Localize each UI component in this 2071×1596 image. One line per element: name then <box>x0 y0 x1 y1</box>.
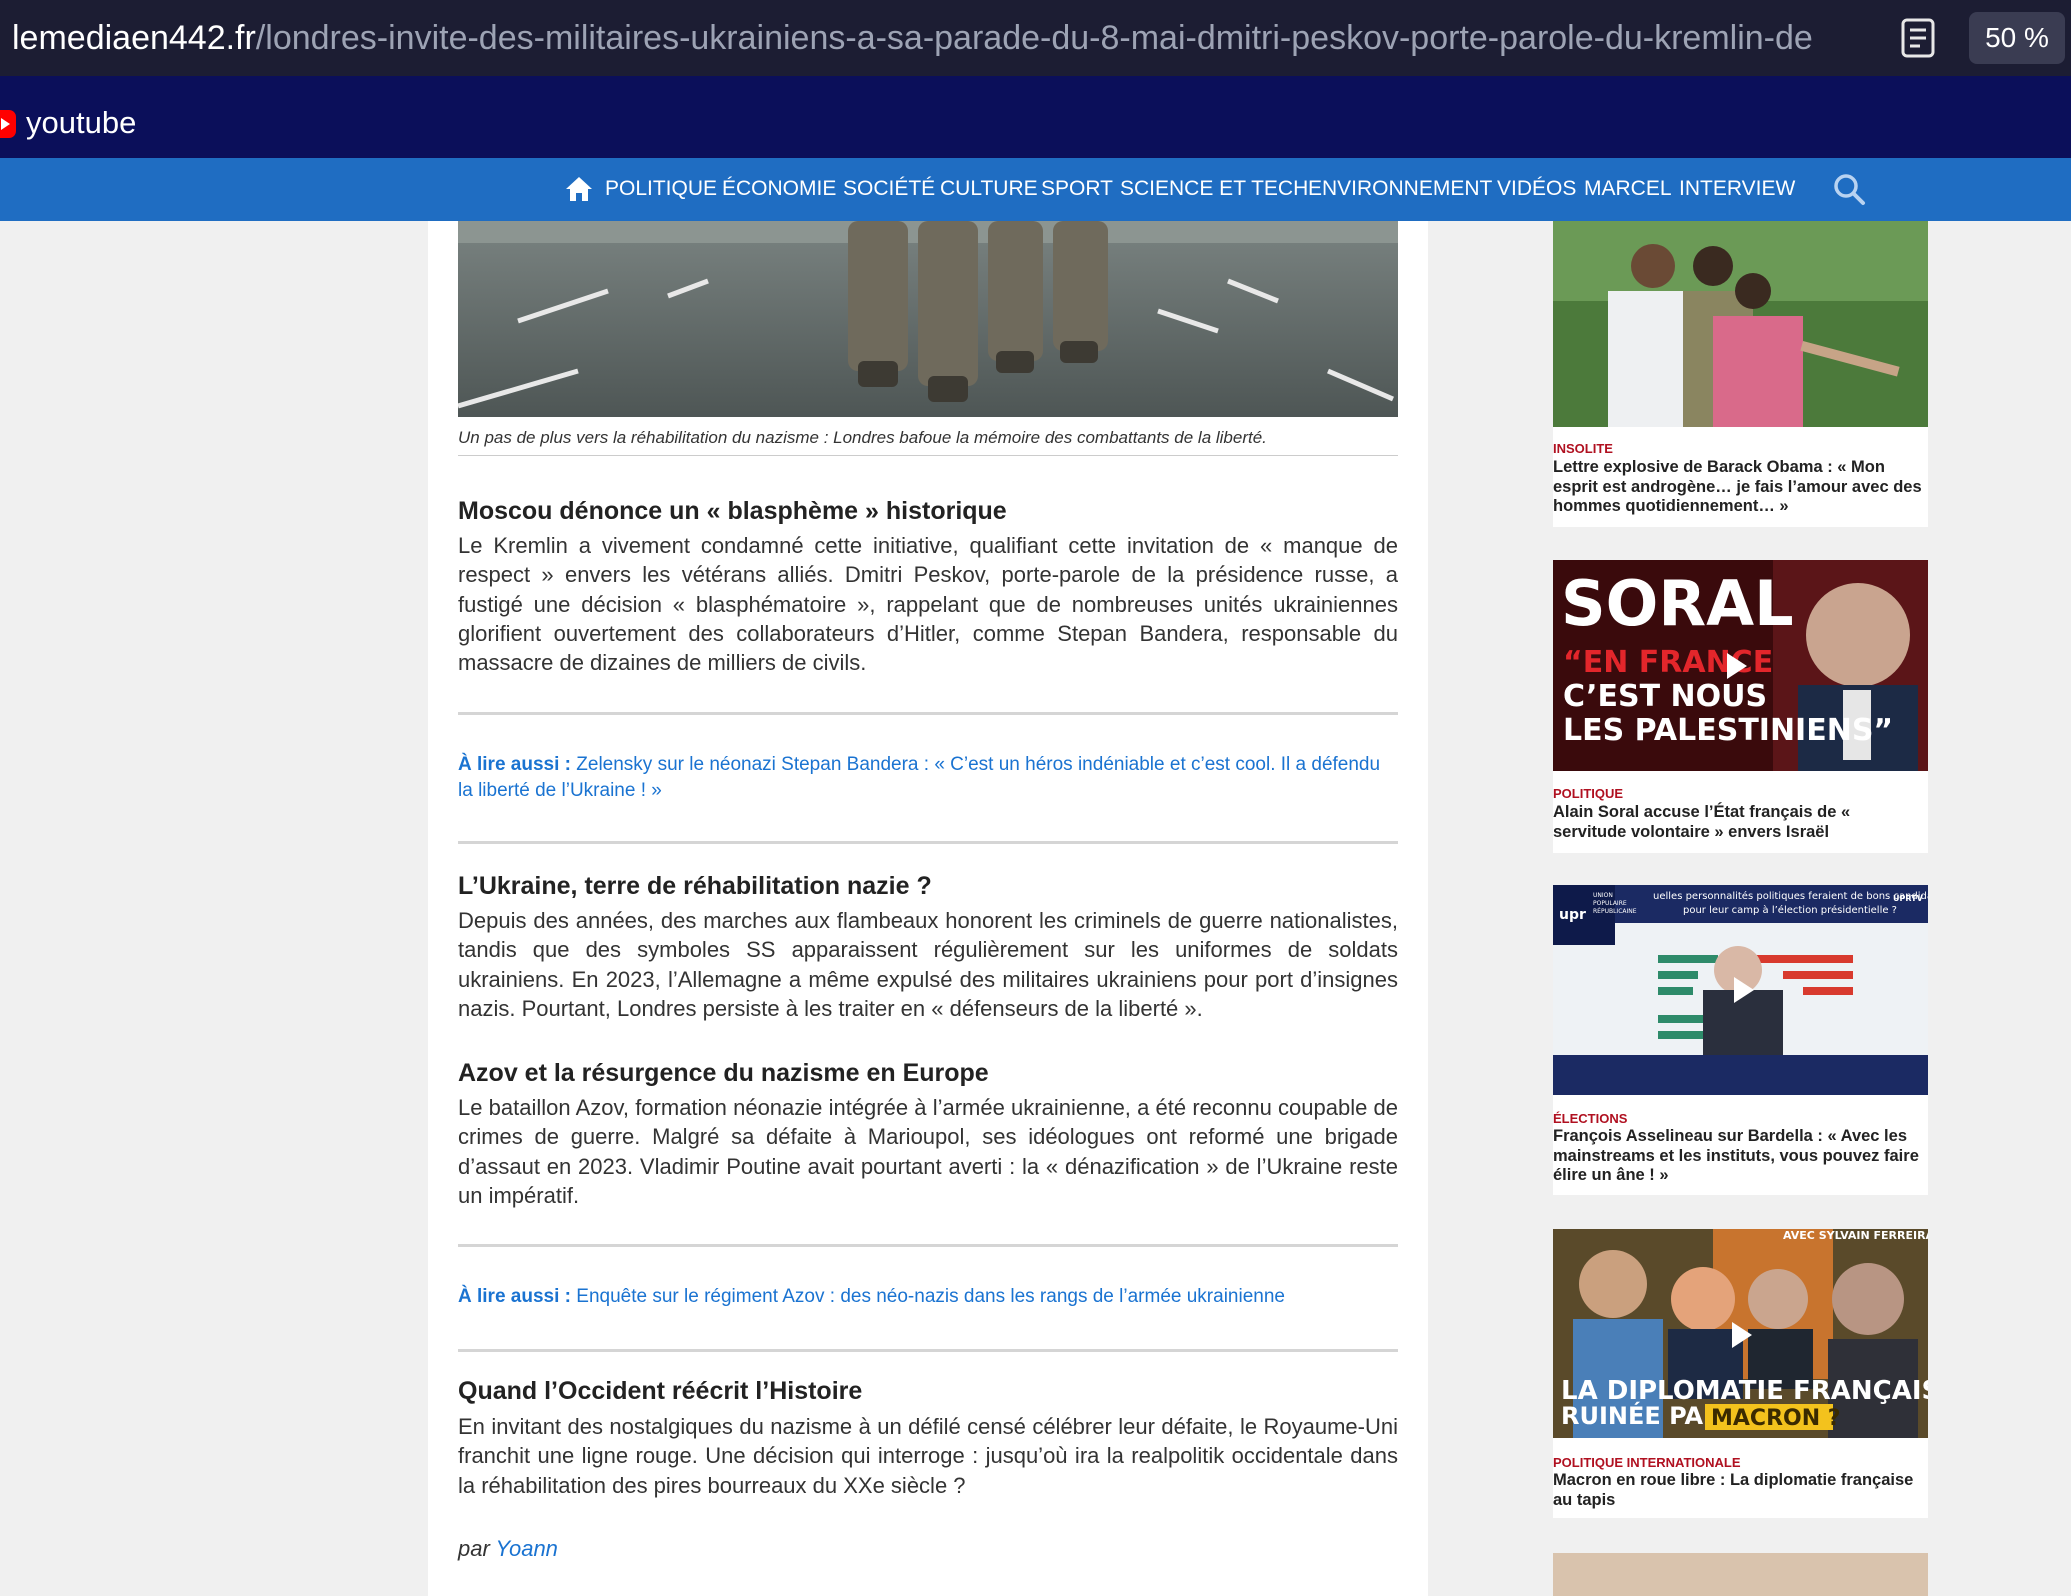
read-also-link-2[interactable]: À lire aussi : Enquête sur le régiment A… <box>458 1284 1398 1310</box>
play-icon[interactable] <box>1727 653 1747 679</box>
nav-item-societe[interactable]: SOCIÉTÉ <box>843 172 935 206</box>
read-also-label: À lire aussi : <box>458 1286 571 1307</box>
hero-caption: Un pas de plus vers la réhabilitation du… <box>458 426 1398 456</box>
nav-item-videos[interactable]: VIDÉOS <box>1497 172 1576 206</box>
card-category[interactable]: ÉLECTIONS <box>1553 1111 1627 1127</box>
bookmark-youtube[interactable]: youtube <box>26 102 136 144</box>
card-title[interactable]: Alain Soral accuse l’État français de « … <box>1553 803 1928 842</box>
card-title[interactable]: Macron en roue libre : La diplomatie fra… <box>1553 1471 1928 1510</box>
section-body-ukraine: Depuis des années, des marches aux flamb… <box>458 908 1398 1021</box>
card-title[interactable]: Lettre explosive de Barack Obama : « Mon… <box>1553 458 1928 517</box>
card-thumbnail-obama[interactable] <box>1553 221 1928 427</box>
byline-prefix: par <box>458 1536 490 1561</box>
byline: par Yoann <box>458 1534 558 1564</box>
nav-item-interview[interactable]: INTERVIEW <box>1679 172 1795 206</box>
nav-item-economie[interactable]: ÉCONOMIE <box>722 172 836 206</box>
nav-item-science-et-tech[interactable]: SCIENCE ET TECH <box>1120 172 1308 206</box>
nav-item-politique[interactable]: POLITIQUE <box>605 172 717 206</box>
divider <box>458 712 1398 715</box>
thumb-question-line2: pour leur camp à l’élection présidentiel… <box>1683 904 1897 916</box>
nav-item-culture[interactable]: CULTURE <box>940 172 1038 206</box>
youtube-icon[interactable] <box>0 110 16 138</box>
play-icon[interactable] <box>1732 1322 1752 1348</box>
article-hero-image <box>458 221 1398 417</box>
section-heading-azov: Azov et la résurgence du nazisme en Euro… <box>458 1059 989 1087</box>
read-also-text-1[interactable]: Zelensky sur le néonazi Stepan Bandera :… <box>458 754 1380 801</box>
thumb-uprtv: UPRTV <box>1893 894 1924 903</box>
section-heading-moscou: Moscou dénonce un « blasphème » historiq… <box>458 497 1007 525</box>
divider <box>458 1349 1398 1352</box>
thumb-question-line1: uelles personnalités politiques feraient… <box>1653 890 1928 902</box>
nav-item-environnement[interactable]: ENVIRONNEMENT <box>1308 172 1492 206</box>
read-also-link-1[interactable]: À lire aussi : Zelensky sur le néonazi S… <box>458 752 1398 804</box>
section-heading-ukraine: L’Ukraine, terre de réhabilitation nazie… <box>458 872 932 900</box>
thumb-text-soral: SORAL <box>1561 567 1794 640</box>
author-link[interactable]: Yoann <box>496 1536 558 1561</box>
thumb-text-avec: AVEC SYLVAIN FERREIRA <box>1783 1229 1928 1242</box>
browser-url-bar[interactable]: lemediaen442.fr/londres-invite-des-milit… <box>0 0 2071 76</box>
card-title[interactable]: François Asselineau sur Bardella : « Ave… <box>1553 1127 1928 1186</box>
thumb-upr-populaire: POPULAIRE <box>1593 900 1627 907</box>
card-thumbnail-next[interactable] <box>1553 1553 1928 1596</box>
reader-mode-icon[interactable] <box>1900 18 1936 58</box>
url-path: /londres-invite-des-militaires-ukrainien… <box>255 19 1813 57</box>
divider <box>458 1244 1398 1247</box>
home-icon[interactable] <box>565 176 593 202</box>
card-category[interactable]: POLITIQUE INTERNATIONALE <box>1553 1455 1741 1471</box>
card-category[interactable]: POLITIQUE <box>1553 786 1623 802</box>
nav-item-marcel[interactable]: MARCEL <box>1584 172 1672 206</box>
zoom-level-badge[interactable]: 50 % <box>1969 12 2065 64</box>
url-text[interactable]: lemediaen442.fr/londres-invite-des-milit… <box>12 14 1887 62</box>
play-icon[interactable] <box>1734 977 1754 1003</box>
section-body-occident: En invitant des nostalgiques du nazisme … <box>458 1414 1398 1498</box>
section-body-moscou: Le Kremlin a vivement condamné cette ini… <box>458 533 1398 676</box>
thumb-text-line3: LES PALESTINIENS” <box>1563 713 1893 748</box>
thumb-text-macron: MACRON ? <box>1711 1406 1841 1431</box>
card-category[interactable]: INSOLITE <box>1553 441 1613 457</box>
thumb-upr-logo: upr <box>1559 907 1586 923</box>
bookmarks-bar <box>0 76 2071 158</box>
thumb-text-ruinee: RUINÉE PAR <box>1561 1401 1722 1430</box>
thumb-text-line2: C’EST NOUS <box>1563 679 1767 714</box>
read-also-label: À lire aussi : <box>458 754 571 775</box>
section-heading-occident: Quand l’Occident réécrit l’Histoire <box>458 1377 863 1405</box>
thumb-upr-republicaine: RÉPUBLICAINE <box>1593 907 1637 915</box>
read-also-text-2[interactable]: Enquête sur le régiment Azov : des néo-n… <box>576 1286 1285 1307</box>
nav-item-sport[interactable]: SPORT <box>1041 172 1113 206</box>
section-body-azov: Le bataillon Azov, formation néonazie in… <box>458 1095 1398 1208</box>
thumb-upr-union: UNION <box>1593 892 1613 899</box>
search-icon[interactable] <box>1832 172 1866 206</box>
divider <box>458 841 1398 844</box>
url-domain: lemediaen442.fr <box>12 19 256 57</box>
